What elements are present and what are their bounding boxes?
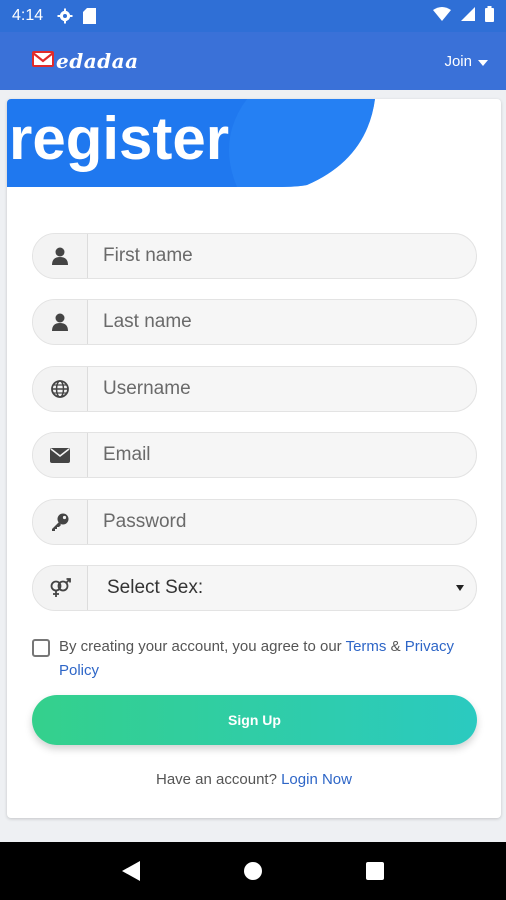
last-name-input[interactable] xyxy=(88,300,476,344)
terms-prefix: By creating your account, you agree to o… xyxy=(59,638,342,655)
logo-text: edadaa xyxy=(56,49,139,73)
last-name-field xyxy=(32,299,477,345)
first-name-field xyxy=(32,233,477,279)
terms-amp: & xyxy=(390,638,401,655)
have-account-text: Have an account? xyxy=(156,771,277,788)
password-field xyxy=(32,499,477,545)
username-field xyxy=(32,366,477,412)
terms-agreement: By creating your account, you agree to o… xyxy=(32,635,482,683)
envelope-icon xyxy=(33,433,88,477)
back-icon[interactable] xyxy=(111,851,151,891)
caret-down-icon xyxy=(478,53,488,70)
login-now-link[interactable]: Login Now xyxy=(281,771,352,788)
wifi-icon xyxy=(433,6,451,26)
recents-icon[interactable] xyxy=(355,851,395,891)
globe-icon xyxy=(33,367,88,411)
password-input[interactable] xyxy=(88,500,476,544)
select-caret-icon xyxy=(452,585,468,591)
gear-icon xyxy=(57,8,73,24)
status-time: 4:14 xyxy=(12,7,44,24)
user-icon xyxy=(33,300,88,344)
gender-icon xyxy=(33,566,88,610)
register-banner: register xyxy=(7,99,377,187)
status-bar: 4:14 xyxy=(0,0,506,32)
key-icon xyxy=(33,500,88,544)
battery-icon xyxy=(485,5,494,27)
register-title: register xyxy=(9,105,230,172)
register-card: register First name Last name Username E… xyxy=(7,99,501,818)
sd-card-icon xyxy=(83,8,97,24)
terms-checkbox[interactable] xyxy=(32,639,50,657)
username-input[interactable] xyxy=(88,367,476,411)
sex-select-value: Select Sex: xyxy=(107,577,204,598)
signal-icon xyxy=(461,6,475,26)
first-name-input[interactable] xyxy=(88,234,476,278)
join-dropdown[interactable]: Join xyxy=(444,53,488,70)
logo[interactable]: edadaa xyxy=(32,49,139,73)
sign-up-button[interactable]: Sign Up xyxy=(32,695,477,745)
terms-text: By creating your account, you agree to o… xyxy=(59,635,482,683)
envelope-logo-icon xyxy=(32,50,54,73)
navigation-bar xyxy=(0,842,506,900)
join-label: Join xyxy=(444,52,472,70)
email-field xyxy=(32,432,477,478)
terms-link[interactable]: Terms xyxy=(346,638,387,655)
have-account-row: Have an account? Login Now xyxy=(7,771,501,788)
home-icon[interactable] xyxy=(233,851,273,891)
user-icon xyxy=(33,234,88,278)
email-input[interactable] xyxy=(88,433,476,477)
app-bar: edadaa Join xyxy=(0,32,506,90)
sex-select[interactable]: Select Sex: xyxy=(32,565,477,611)
